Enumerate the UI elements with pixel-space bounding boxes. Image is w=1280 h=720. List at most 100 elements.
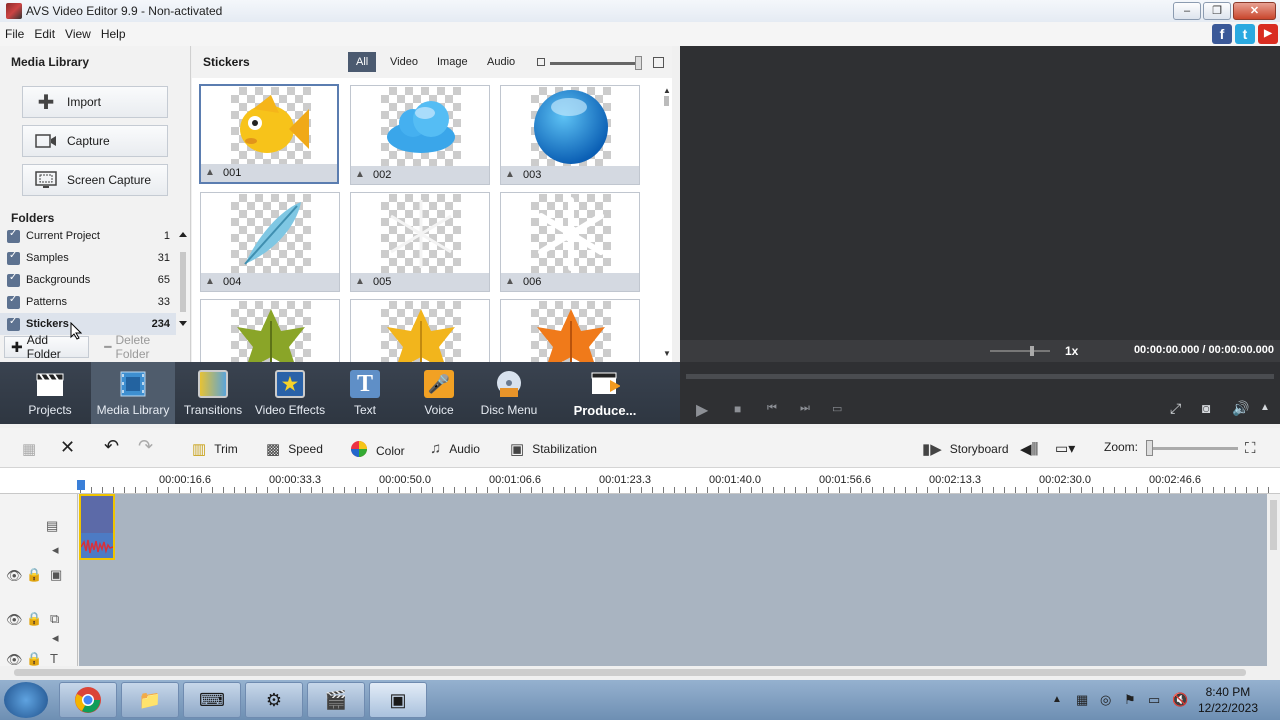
media-library-button[interactable]: Media Library xyxy=(91,362,175,424)
delete-folder-button[interactable]: ━ Delete Folder xyxy=(97,333,191,361)
undo-icon[interactable]: ↶ xyxy=(104,436,119,457)
video-app-icon[interactable]: 🎬 xyxy=(307,682,365,718)
playback-progress[interactable] xyxy=(686,374,1274,379)
play-icon[interactable]: ▶ xyxy=(696,400,708,420)
timeline-horizontal-scrollbar[interactable] xyxy=(0,666,1280,680)
checkbox[interactable] xyxy=(7,228,20,243)
checkbox[interactable] xyxy=(7,316,20,331)
menu-help[interactable]: Help xyxy=(96,27,131,41)
speed-slider[interactable] xyxy=(990,346,1050,356)
menu-file[interactable]: File xyxy=(0,27,29,41)
large-thumb-icon[interactable] xyxy=(653,57,664,68)
tray-expand-icon[interactable]: ▲ xyxy=(1052,694,1062,705)
slider-knob[interactable] xyxy=(1146,440,1153,456)
network-icon[interactable]: ▭ xyxy=(1148,692,1160,708)
view-mode-icon[interactable]: ▭▾ xyxy=(1055,440,1075,457)
timeline-tracks[interactable] xyxy=(79,494,1267,666)
sticker-tile[interactable]: ▲ 002 xyxy=(350,85,490,185)
folder-current-project[interactable]: Current Project 1 xyxy=(0,225,176,247)
capture-button[interactable]: Capture xyxy=(22,125,168,157)
transitions-button[interactable]: Transitions xyxy=(181,362,245,424)
previous-frame-icon[interactable]: ⏮ xyxy=(767,402,777,415)
delete-icon[interactable]: ✕ xyxy=(60,437,75,458)
visibility-eye-icon[interactable]: 👁 xyxy=(6,568,23,584)
text-button[interactable]: T Text xyxy=(340,362,390,424)
start-button[interactable] xyxy=(4,682,48,718)
produce-button[interactable]: Produce... xyxy=(568,362,642,424)
disc-menu-button[interactable]: Disc Menu xyxy=(480,362,538,424)
menu-view[interactable]: View xyxy=(60,27,96,41)
filter-image-tab[interactable]: Image xyxy=(429,52,476,72)
flag-icon[interactable]: ⚑ xyxy=(1124,692,1136,708)
next-frame-icon[interactable]: ⏭ xyxy=(800,402,810,415)
volume-muted-icon[interactable]: 🔇 xyxy=(1172,692,1188,708)
fit-timeline-icon[interactable]: ⛶ xyxy=(1245,440,1256,457)
select-all-icon[interactable]: ▦ xyxy=(22,440,44,458)
video-effects-button[interactable]: ★ Video Effects xyxy=(254,362,326,424)
volume-icon[interactable]: 🔊 xyxy=(1232,400,1249,417)
sticker-tile[interactable]: ▲ 001 xyxy=(199,84,339,184)
sticker-tile[interactable]: ▲ xyxy=(200,299,340,362)
folder-patterns[interactable]: Patterns 33 xyxy=(0,291,176,313)
thumbnail-size-slider[interactable] xyxy=(550,56,642,70)
keyboard-app-icon[interactable]: ⌨ xyxy=(183,682,241,718)
filter-audio-tab[interactable]: Audio xyxy=(479,52,523,72)
projects-button[interactable]: Projects xyxy=(14,362,86,424)
avs-editor-taskbar-icon[interactable]: ▣ xyxy=(369,682,427,718)
fullscreen-toggle-icon[interactable]: ▭ xyxy=(832,402,842,415)
timeline-ruler[interactable]: 00:00:16.6 00:00:33.3 00:00:50.0 00:01:0… xyxy=(0,468,1280,494)
file-explorer-icon[interactable]: 📁 xyxy=(121,682,179,718)
minimize-button[interactable]: – xyxy=(1173,2,1201,20)
redo-icon[interactable]: ↷ xyxy=(138,436,153,457)
lock-icon[interactable]: 🔒 xyxy=(26,651,42,667)
import-button[interactable]: ✚ Import xyxy=(22,86,168,118)
facebook-icon[interactable]: f xyxy=(1212,24,1232,44)
screen-capture-button[interactable]: Screen Capture xyxy=(22,164,168,196)
small-thumb-icon[interactable] xyxy=(537,58,545,66)
folder-stickers[interactable]: Stickers 234 xyxy=(0,313,176,335)
close-button[interactable]: ✕ xyxy=(1233,2,1276,20)
playhead-marker[interactable] xyxy=(77,480,85,490)
zoom-slider[interactable] xyxy=(1146,440,1238,456)
speed-button[interactable]: ▩ Speed xyxy=(266,440,323,458)
sticker-tile[interactable]: ▲ 005 xyxy=(350,192,490,292)
chrome-icon[interactable] xyxy=(59,682,117,718)
checkbox[interactable] xyxy=(7,294,20,309)
trim-button[interactable]: ▥ Trim xyxy=(192,440,238,458)
lock-icon[interactable]: 🔒 xyxy=(26,567,42,583)
volume-up-arrow-icon[interactable]: ▲ xyxy=(1260,402,1270,413)
menu-edit[interactable]: Edit xyxy=(29,27,60,41)
sticker-tile[interactable]: ▲ 003 xyxy=(500,85,640,185)
stop-icon[interactable]: ■ xyxy=(734,402,741,416)
sticker-tile[interactable]: ▲ xyxy=(350,299,490,362)
sticker-tile[interactable]: ▲ 004 xyxy=(200,192,340,292)
tray-app-icon[interactable]: ▦ xyxy=(1076,692,1088,708)
audio-mixer-icon[interactable]: ◀⫼ xyxy=(1020,440,1038,458)
sticker-tile[interactable]: ▲ 006 xyxy=(500,192,640,292)
twitter-icon[interactable]: t xyxy=(1235,24,1255,44)
stickers-scrollbar[interactable]: ▲ ▼ xyxy=(662,86,672,358)
filter-all-tab[interactable]: All xyxy=(348,52,377,72)
clock[interactable]: 8:40 PM 12/22/2023 xyxy=(1198,684,1258,716)
scroll-up-icon[interactable]: ▲ xyxy=(663,86,671,95)
youtube-icon[interactable]: ▶ xyxy=(1258,24,1278,44)
snapshot-icon[interactable]: ◙ xyxy=(1202,400,1210,416)
control-panel-icon[interactable]: ⚙ xyxy=(245,682,303,718)
checkbox[interactable] xyxy=(7,272,20,287)
expand-icon[interactable]: ⤢ xyxy=(1170,400,1181,417)
slider-knob[interactable] xyxy=(635,56,642,70)
stabilization-button[interactable]: ▣ Stabilization xyxy=(510,440,597,458)
filter-video-tab[interactable]: Video xyxy=(382,52,426,72)
voice-button[interactable]: 🎤 Voice xyxy=(414,362,464,424)
timeline-vertical-scrollbar[interactable] xyxy=(1267,494,1280,666)
visibility-eye-icon[interactable]: 👁 xyxy=(6,612,23,628)
folder-samples[interactable]: Samples 31 xyxy=(0,247,176,269)
folder-backgrounds[interactable]: Backgrounds 65 xyxy=(0,269,176,291)
audio-button[interactable]: ♫ Audio xyxy=(430,440,480,457)
video-clip[interactable] xyxy=(79,494,115,560)
storyboard-button[interactable]: ▮▶ Storyboard xyxy=(922,440,1009,458)
maximize-button[interactable]: ❐ xyxy=(1203,2,1231,20)
color-button[interactable]: Color xyxy=(350,440,405,462)
checkbox[interactable] xyxy=(7,250,20,265)
lock-icon[interactable]: 🔒 xyxy=(26,611,42,627)
